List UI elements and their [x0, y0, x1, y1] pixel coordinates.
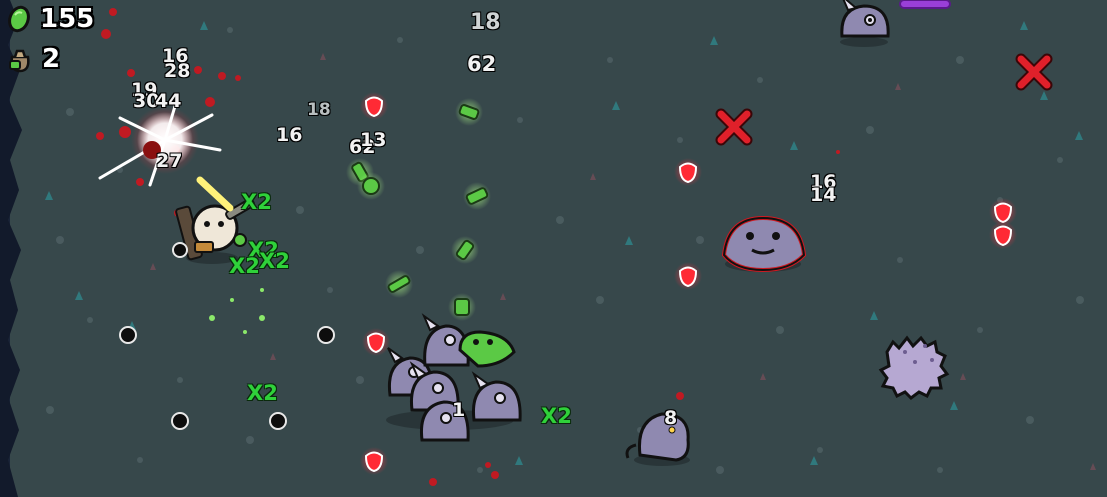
damage-number: 1	[452, 399, 466, 421]
damage-number: 18	[470, 10, 501, 35]
material-drop	[451, 236, 479, 264]
damage-number: 16	[276, 124, 303, 146]
harvest-multiplier: X2	[259, 249, 290, 273]
material-drop	[385, 270, 413, 298]
enemy-cluster	[386, 313, 522, 442]
green-material-icon	[8, 5, 30, 33]
damage-number: 18	[307, 100, 331, 120]
harvest-multiplier: X2	[247, 381, 278, 405]
damage-number: 13	[360, 129, 387, 151]
damage-number: 28	[164, 60, 191, 82]
spiky-enemy	[878, 335, 950, 400]
enemy-spawn-markers	[715, 53, 1053, 146]
harvest-multiplier: X2	[241, 190, 272, 214]
materials-counter: 155	[6, 4, 94, 34]
dark-orbs	[119, 242, 335, 430]
materials-count: 155	[40, 4, 95, 34]
portal-glow	[899, 0, 951, 9]
bags-counter: 2	[6, 44, 60, 74]
material-drop	[357, 172, 385, 200]
harvest-multiplier: X2	[541, 404, 572, 428]
loot-bag-icon	[9, 49, 30, 73]
material-drop	[463, 182, 491, 210]
damage-number: 44	[155, 90, 182, 112]
harvest-multiplier: X2	[229, 254, 260, 278]
bags-count: 2	[42, 44, 61, 74]
arena-left-border	[0, 0, 22, 497]
material-drop	[455, 98, 483, 126]
damage-number: 14	[810, 184, 837, 206]
material-drop	[448, 293, 476, 321]
damage-number: 27	[156, 150, 183, 172]
tentacle-enemy	[625, 412, 690, 466]
damage-number: 8	[664, 407, 678, 429]
horned-enemy	[840, 0, 890, 47]
damage-number: 62	[467, 52, 497, 76]
material-drops	[209, 98, 491, 334]
blob-enemy	[721, 215, 807, 273]
